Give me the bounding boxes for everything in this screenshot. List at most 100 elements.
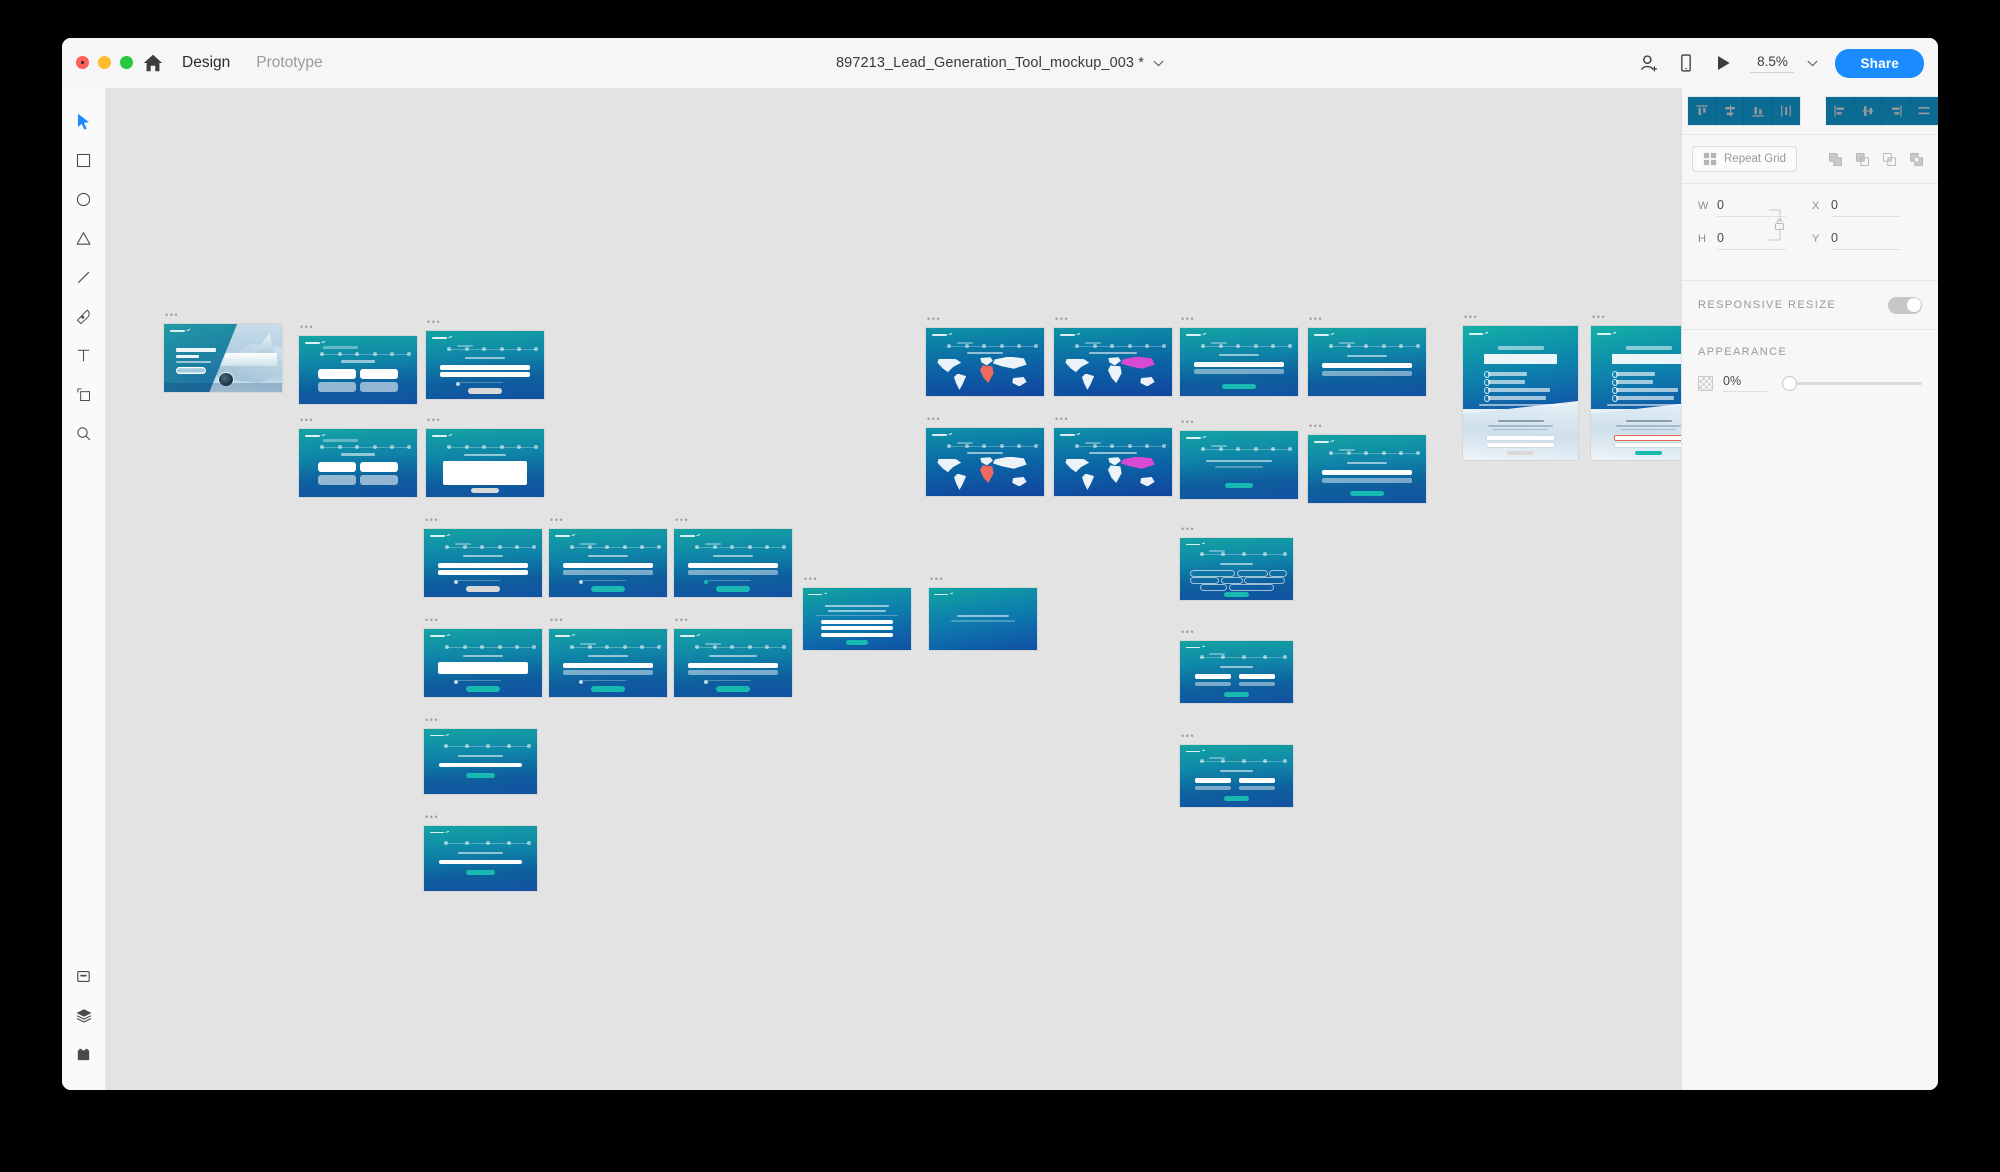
- artboard-label[interactable]: •••: [427, 416, 441, 425]
- add-collaborator-icon[interactable]: [1639, 53, 1659, 73]
- map-region-asia-highlighted[interactable]: [1120, 456, 1155, 469]
- artboard-tool[interactable]: [62, 375, 105, 414]
- line-tool[interactable]: [62, 258, 105, 297]
- artboard-pills-select-3[interactable]: •••: [1180, 732, 1293, 807]
- option-card-1[interactable]: [317, 368, 356, 379]
- submit-button[interactable]: [1222, 383, 1256, 390]
- text-input-1[interactable]: [438, 563, 528, 568]
- world-map[interactable]: [935, 356, 1034, 391]
- select-tool[interactable]: [62, 102, 105, 141]
- option-pill-6[interactable]: [1244, 577, 1285, 584]
- text-input-1[interactable]: [1194, 362, 1284, 367]
- artboard-form-two-field-4[interactable]: •••: [674, 516, 792, 597]
- artboard-form-two-field-11[interactable]: •••: [1180, 418, 1298, 499]
- option-pill-8[interactable]: [1228, 583, 1274, 591]
- play-preview-icon[interactable]: [1713, 53, 1733, 73]
- x-value[interactable]: 0: [1831, 198, 1900, 217]
- artboard-label[interactable]: •••: [927, 415, 941, 424]
- plugins-panel-button[interactable]: [62, 1035, 105, 1074]
- assets-panel-button[interactable]: [62, 957, 105, 996]
- map-region-asia[interactable]: [992, 456, 1027, 469]
- artboard-label[interactable]: •••: [1309, 422, 1323, 431]
- form-input-1[interactable]: [1486, 434, 1555, 442]
- map-region-south-america[interactable]: [1082, 373, 1095, 390]
- align-vertical-center-icon[interactable]: [1716, 97, 1744, 125]
- artboard-label[interactable]: •••: [425, 813, 439, 822]
- intersect-shape-icon[interactable]: [1877, 147, 1901, 171]
- artboard-form-two-field-6[interactable]: •••: [674, 616, 792, 697]
- layers-panel-button[interactable]: [62, 996, 105, 1035]
- align-horizontal-center-icon[interactable]: [1854, 97, 1882, 125]
- option-card-4[interactable]: [360, 474, 399, 485]
- artboard-canvas[interactable]: [1054, 428, 1172, 496]
- text-tool[interactable]: [62, 336, 105, 375]
- x-field[interactable]: X 0: [1812, 198, 1900, 217]
- artboard-canvas[interactable]: [674, 529, 792, 597]
- artboard-label[interactable]: •••: [425, 716, 439, 725]
- align-top-icon[interactable]: [1688, 97, 1716, 125]
- artboard-label[interactable]: •••: [1309, 315, 1323, 324]
- submit-button[interactable]: [468, 388, 502, 394]
- submit-button[interactable]: [716, 686, 750, 692]
- align-left-icon[interactable]: [1826, 97, 1854, 125]
- submit-button[interactable]: [470, 488, 500, 493]
- artboard-map-africa-2[interactable]: •••: [926, 415, 1044, 496]
- y-value[interactable]: 0: [1831, 231, 1900, 250]
- rectangle-tool[interactable]: [62, 141, 105, 180]
- subtract-shape-icon[interactable]: [1850, 147, 1874, 171]
- checkbox[interactable]: [453, 680, 458, 684]
- artboard-canvas[interactable]: [164, 324, 282, 392]
- text-input-2[interactable]: [440, 372, 530, 378]
- artboard-canvas[interactable]: [1463, 326, 1578, 460]
- field-4[interactable]: [1238, 785, 1275, 791]
- world-map[interactable]: [1063, 456, 1162, 491]
- artboard-canvas[interactable]: [1180, 745, 1293, 807]
- dropdown-open-list[interactable]: [442, 460, 528, 486]
- artboard-form-two-field-7[interactable]: •••: [424, 716, 537, 794]
- option-card-4[interactable]: [360, 381, 399, 392]
- option-pill-4[interactable]: [1190, 577, 1220, 584]
- opacity-value[interactable]: 0%: [1723, 374, 1767, 392]
- artboard-canvas[interactable]: [1180, 328, 1298, 396]
- text-input-1[interactable]: [688, 663, 778, 668]
- artboard-kuband-solution-1[interactable]: •••: [1463, 313, 1578, 460]
- artboard-label[interactable]: •••: [675, 516, 689, 525]
- unlocked-aspect-ratio-icon[interactable]: [1768, 208, 1790, 242]
- text-input-1[interactable]: [1322, 363, 1412, 369]
- artboard-pills-select-2[interactable]: •••: [1180, 628, 1293, 703]
- zoom-tool[interactable]: [62, 414, 105, 453]
- field-1[interactable]: [1194, 674, 1231, 679]
- artboard-canvas[interactable]: [1180, 431, 1298, 499]
- option-pill-7[interactable]: [1200, 583, 1228, 591]
- artboard-cards-options-1[interactable]: •••: [299, 323, 417, 404]
- submit-button[interactable]: [1350, 490, 1384, 496]
- artboard-label[interactable]: •••: [427, 318, 441, 327]
- form-input-2[interactable]: [1614, 441, 1681, 449]
- artboard-cards-options-2[interactable]: •••: [299, 416, 417, 497]
- field-1[interactable]: [1194, 778, 1231, 783]
- map-region-africa-highlighted[interactable]: [979, 465, 994, 484]
- distribute-vertical-icon[interactable]: [1772, 97, 1800, 125]
- world-map[interactable]: [1063, 356, 1162, 391]
- map-region-south-america[interactable]: [954, 373, 967, 390]
- submit-button[interactable]: [465, 870, 496, 876]
- option-card-2[interactable]: [360, 368, 399, 379]
- checkbox[interactable]: [578, 680, 583, 684]
- map-region-north-america[interactable]: [937, 458, 962, 473]
- option-card-1[interactable]: [317, 461, 356, 472]
- field-3[interactable]: [1194, 785, 1231, 791]
- align-bottom-icon[interactable]: [1744, 97, 1772, 125]
- map-region-africa-highlighted[interactable]: [979, 365, 994, 384]
- pen-tool[interactable]: [62, 297, 105, 336]
- map-region-africa[interactable]: [1107, 465, 1122, 484]
- artboard-canvas[interactable]: [549, 629, 667, 697]
- ellipse-tool[interactable]: [62, 180, 105, 219]
- artboard-canvas[interactable]: [1180, 641, 1293, 703]
- artboard-canvas[interactable]: [299, 429, 417, 497]
- submit-button[interactable]: [1224, 591, 1249, 597]
- artboard-canvas[interactable]: [424, 826, 537, 891]
- text-input-2[interactable]: [563, 670, 653, 676]
- world-map[interactable]: [935, 456, 1034, 491]
- map-region-south-america[interactable]: [1082, 473, 1095, 490]
- artboard-kuband-solution-2[interactable]: •••: [1591, 313, 1681, 460]
